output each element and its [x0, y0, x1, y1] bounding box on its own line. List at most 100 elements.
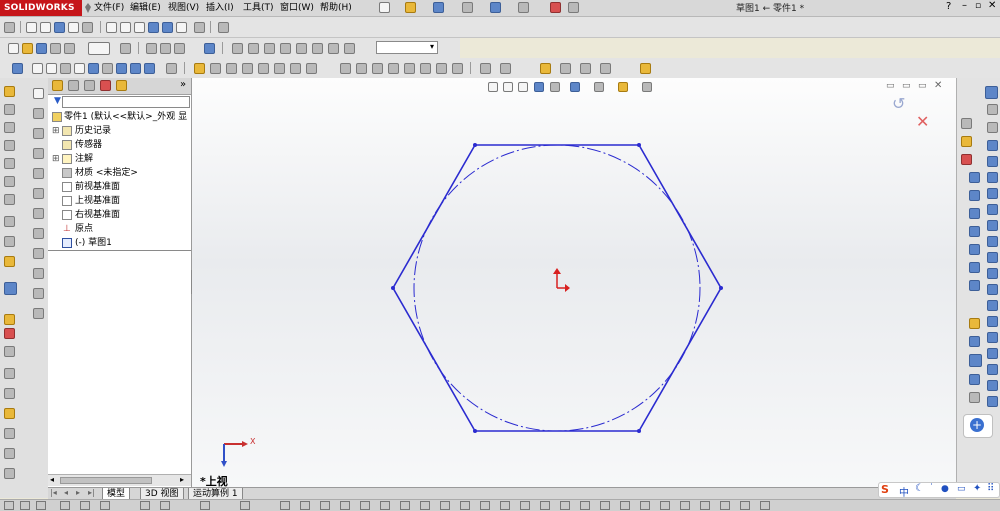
status-icon[interactable]: [240, 501, 250, 510]
render-2-icon[interactable]: [248, 43, 259, 54]
keyboard-icon[interactable]: ▭: [957, 484, 966, 494]
line-sketch-icon[interactable]: [987, 140, 998, 151]
block-icon[interactable]: [4, 428, 15, 439]
rect-sketch-icon[interactable]: [987, 156, 998, 167]
tree-item-top-plane[interactable]: 上视基准面: [48, 194, 191, 208]
custom-props-icon[interactable]: [961, 154, 972, 165]
expand-panel-icon[interactable]: »: [180, 79, 186, 90]
horizontal-dim-icon[interactable]: [969, 336, 980, 347]
coordinate-icon[interactable]: [204, 43, 215, 54]
feature-tree-tab-icon[interactable]: [52, 80, 63, 91]
fillet-sketch-icon[interactable]: [987, 396, 998, 407]
tree-item-material[interactable]: 材质 <未指定>: [48, 166, 191, 180]
status-icon[interactable]: [200, 501, 210, 510]
file-explorer-icon[interactable]: [987, 122, 998, 133]
chamfer-icon[interactable]: [274, 63, 285, 74]
polygon-tool-icon[interactable]: [33, 168, 44, 179]
trim-sketch-icon[interactable]: [987, 300, 998, 311]
vertex-point[interactable]: [637, 429, 641, 433]
sketch-fillet-icon[interactable]: [33, 128, 44, 139]
menu-grid-icon[interactable]: ⠿: [987, 483, 994, 494]
menu-edit[interactable]: 编辑(E): [130, 1, 161, 15]
select-icon[interactable]: [4, 22, 15, 33]
status-icon[interactable]: [20, 501, 30, 510]
ref-axis-icon[interactable]: [500, 63, 511, 74]
status-icon[interactable]: [140, 501, 150, 510]
appearances-icon[interactable]: [961, 136, 972, 147]
draft-icon[interactable]: [306, 63, 317, 74]
ellipse-sketch-icon[interactable]: [987, 252, 998, 263]
moon-icon[interactable]: ☾: [915, 483, 924, 494]
status-icon[interactable]: [500, 501, 510, 510]
save-file-icon[interactable]: [36, 43, 47, 54]
combine-icon[interactable]: [452, 63, 463, 74]
config-dropdown[interactable]: ▾: [376, 41, 438, 54]
status-icon[interactable]: [740, 501, 750, 510]
construction-icon[interactable]: [33, 288, 44, 299]
pattern-sketch-icon[interactable]: [987, 348, 998, 359]
menu-view[interactable]: 视图(V): [168, 1, 199, 15]
task-pane-home-icon[interactable]: [985, 86, 998, 99]
polygon-sketch-icon[interactable]: [987, 220, 998, 231]
open-icon[interactable]: [405, 2, 416, 13]
status-icon[interactable]: [60, 501, 70, 510]
text-tool-icon[interactable]: [4, 448, 15, 459]
sketch-icon[interactable]: [4, 86, 15, 97]
measure-icon[interactable]: [166, 63, 177, 74]
point-tool-icon[interactable]: [4, 468, 15, 479]
scroll-left-icon[interactable]: ◂: [50, 475, 54, 484]
status-icon[interactable]: [640, 501, 650, 510]
perspective-icon[interactable]: [176, 22, 187, 33]
status-icon[interactable]: [460, 501, 470, 510]
tree-item-origin[interactable]: ⊥ 原点: [48, 222, 191, 236]
status-icon[interactable]: [560, 501, 570, 510]
punctuation-icon[interactable]: ˙: [929, 483, 934, 494]
fully-defined-icon[interactable]: [969, 392, 980, 403]
rebuild-model-icon[interactable]: [120, 43, 131, 54]
status-icon[interactable]: [520, 501, 530, 510]
shaded-icon[interactable]: [162, 22, 173, 33]
status-icon[interactable]: [540, 501, 550, 510]
menu-window[interactable]: 窗口(W): [280, 1, 314, 15]
render-5-icon[interactable]: [296, 43, 307, 54]
sheetmetal-icon[interactable]: [560, 63, 571, 74]
slot-sketch-icon[interactable]: [987, 172, 998, 183]
dimxpert-tab-icon[interactable]: [100, 80, 111, 91]
skin-icon[interactable]: ✦: [973, 483, 981, 494]
repair-sketch-icon[interactable]: [969, 226, 980, 237]
move-sketch-icon[interactable]: [969, 262, 980, 273]
display-tab-icon[interactable]: [116, 80, 127, 91]
tree-root[interactable]: 零件1 (默认<<默认>_外观 显: [48, 110, 191, 124]
hidden-lines-icon[interactable]: [120, 22, 131, 33]
part-icon[interactable]: [32, 63, 43, 74]
view-top-icon[interactable]: [88, 63, 99, 74]
arc-sketch-icon[interactable]: [987, 204, 998, 215]
status-icon[interactable]: [580, 501, 590, 510]
split-entities-icon[interactable]: [33, 268, 44, 279]
fix-icon[interactable]: [4, 314, 15, 325]
status-icon[interactable]: [420, 501, 430, 510]
offset-sketch-icon[interactable]: [987, 316, 998, 327]
dimension-icon[interactable]: [33, 88, 44, 99]
status-icon[interactable]: [100, 501, 110, 510]
render-8-icon[interactable]: [344, 43, 355, 54]
float-add-button[interactable]: +: [963, 414, 993, 438]
ime-logo-icon[interactable]: S: [881, 483, 889, 496]
shell-icon[interactable]: [290, 63, 301, 74]
status-icon[interactable]: [660, 501, 670, 510]
tree-item-sensors[interactable]: 传感器: [48, 138, 191, 152]
linear-pattern-icon[interactable]: [4, 368, 15, 379]
smart-dim-icon[interactable]: [969, 318, 980, 329]
zoom-fit-icon[interactable]: [26, 22, 37, 33]
menu-insert[interactable]: 插入(I): [206, 1, 234, 15]
help-icon[interactable]: ?: [946, 1, 951, 12]
centerline-icon[interactable]: [33, 148, 44, 159]
status-icon[interactable]: [720, 501, 730, 510]
assembly-icon[interactable]: [46, 63, 57, 74]
blocks-icon[interactable]: [969, 172, 980, 183]
view-iso-icon[interactable]: [116, 63, 127, 74]
trim-tool-icon[interactable]: [4, 216, 15, 227]
select-arrow-icon[interactable]: [88, 42, 110, 55]
config-tab-icon[interactable]: [84, 80, 95, 91]
sketch-chamfer-icon[interactable]: [33, 108, 44, 119]
